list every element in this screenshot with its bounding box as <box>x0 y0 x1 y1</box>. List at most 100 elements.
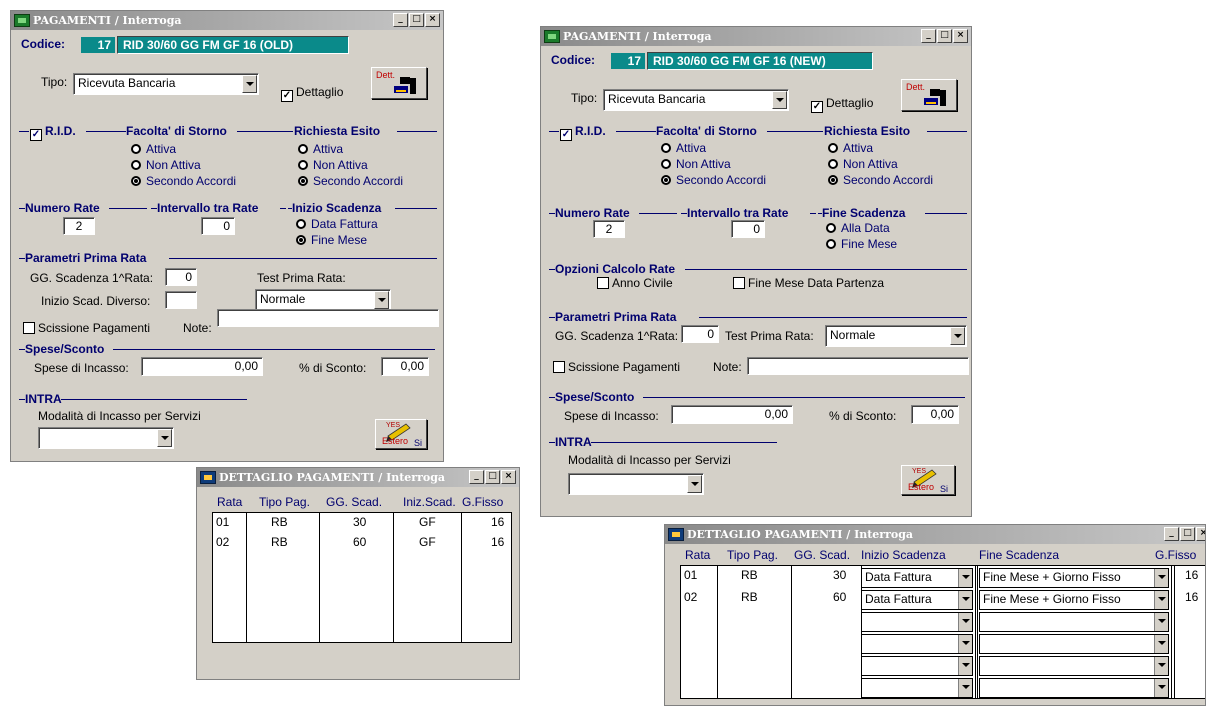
minimize-button[interactable]: _ <box>921 29 936 43</box>
maximize-button[interactable]: □ <box>485 470 500 484</box>
dropdown-arrow-icon[interactable] <box>1154 613 1168 631</box>
table-cell[interactable]: 60 <box>833 590 846 604</box>
dropdown-arrow-icon[interactable] <box>1154 679 1168 697</box>
scissione-checkbox[interactable]: Scissione Pagamenti <box>553 360 680 374</box>
spese-incasso-field[interactable]: 0,00 <box>671 405 793 424</box>
gg-scadenza-field[interactable]: 0 <box>681 325 719 343</box>
inizio-scadenza-select[interactable]: Data Fattura <box>861 568 973 588</box>
numero-rate-field[interactable]: 2 <box>593 220 625 238</box>
intervallo-field[interactable]: 0 <box>731 220 765 238</box>
esito-attiva-radio[interactable]: Attiva <box>298 142 343 156</box>
fine-scadenza-select[interactable] <box>979 678 1169 698</box>
maximize-button[interactable]: □ <box>1180 527 1195 541</box>
anno-civile-checkbox[interactable]: Anno Civile <box>597 276 673 290</box>
table-cell[interactable]: 01 <box>216 515 229 529</box>
storno-secondo-accordi-radio[interactable]: Secondo Accordi <box>131 174 236 188</box>
rid-checkbox[interactable]: ✓ R.I.D. <box>30 124 76 141</box>
rid-checkbox[interactable]: ✓ R.I.D. <box>560 124 606 141</box>
dropdown-arrow-icon[interactable] <box>1154 569 1168 587</box>
close-button[interactable]: × <box>501 470 516 484</box>
sconto-field[interactable]: 0,00 <box>911 405 959 424</box>
esito-secondo-accordi-radio[interactable]: Secondo Accordi <box>298 174 403 188</box>
inizio-scadenza-select[interactable] <box>861 634 973 654</box>
dropdown-arrow-icon[interactable] <box>687 475 702 493</box>
intervallo-field[interactable]: 0 <box>201 217 235 235</box>
test-prima-rata-select[interactable]: Normale <box>255 289 391 311</box>
table-cell[interactable]: RB <box>271 535 288 549</box>
dropdown-arrow-icon[interactable] <box>157 429 172 447</box>
dropdown-arrow-icon[interactable] <box>1154 635 1168 653</box>
close-button[interactable]: × <box>953 29 968 43</box>
storno-non-attiva-radio[interactable]: Non Attiva <box>131 158 201 172</box>
dropdown-arrow-icon[interactable] <box>958 679 972 697</box>
inizio-diverso-field[interactable] <box>165 291 197 309</box>
table-cell[interactable]: 01 <box>684 568 697 582</box>
maximize-button[interactable]: □ <box>409 13 424 27</box>
title-bar[interactable]: DETTAGLIO PAGAMENTI / Interroga _ □ × <box>197 468 519 487</box>
fine-scadenza-select[interactable] <box>979 634 1169 654</box>
inizio-scadenza-select[interactable]: Data Fattura <box>861 590 973 610</box>
dropdown-arrow-icon[interactable] <box>374 291 389 309</box>
dettaglio-checkbox[interactable]: ✓ Dettaglio <box>811 96 873 113</box>
fine-scadenza-select[interactable]: Fine Mese + Giorno Fisso <box>979 568 1169 588</box>
numero-rate-field[interactable]: 2 <box>63 217 95 235</box>
storno-non-attiva-radio[interactable]: Non Attiva <box>661 157 731 171</box>
minimize-button[interactable]: _ <box>393 13 408 27</box>
table-cell[interactable]: 16 <box>1185 590 1198 604</box>
close-button[interactable]: × <box>1196 527 1205 541</box>
table-cell[interactable]: 16 <box>491 515 504 529</box>
dettaglio-checkbox[interactable]: ✓ Dettaglio <box>281 85 343 102</box>
esito-attiva-radio[interactable]: Attiva <box>828 141 873 155</box>
dropdown-arrow-icon[interactable] <box>958 569 972 587</box>
table-cell[interactable]: RB <box>741 590 758 604</box>
table-cell[interactable]: 02 <box>684 590 697 604</box>
dropdown-arrow-icon[interactable] <box>958 635 972 653</box>
dropdown-arrow-icon[interactable] <box>958 591 972 609</box>
title-bar[interactable]: DETTAGLIO PAGAMENTI / Interroga _ □ × <box>665 525 1205 544</box>
table-cell[interactable]: 30 <box>353 515 366 529</box>
close-button[interactable]: × <box>425 13 440 27</box>
gg-scadenza-field[interactable]: 0 <box>165 268 197 286</box>
table-cell[interactable]: 60 <box>353 535 366 549</box>
modalita-incasso-select[interactable] <box>38 427 174 449</box>
note-field[interactable] <box>217 309 439 327</box>
dropdown-arrow-icon[interactable] <box>1154 591 1168 609</box>
scissione-checkbox[interactable]: Scissione Pagamenti <box>23 321 150 335</box>
esito-secondo-accordi-radio[interactable]: Secondo Accordi <box>828 173 933 187</box>
esito-non-attiva-radio[interactable]: Non Attiva <box>298 158 368 172</box>
inizio-data-fattura-radio[interactable]: Data Fattura <box>296 217 378 231</box>
table-cell[interactable]: 02 <box>216 535 229 549</box>
dropdown-arrow-icon[interactable] <box>772 91 787 109</box>
rate-grid[interactable]: 01 RB 30 Data Fattura Fine Mese + Giorno… <box>680 565 1205 699</box>
table-cell[interactable]: GF <box>419 535 436 549</box>
rate-grid[interactable]: 01 RB 30 GF 16 02 RB 60 GF 16 <box>212 512 512 643</box>
sconto-field[interactable]: 0,00 <box>381 357 429 376</box>
fine-alla-data-radio[interactable]: Alla Data <box>826 221 890 235</box>
table-cell[interactable]: RB <box>741 568 758 582</box>
fine-mese-partenza-checkbox[interactable]: Fine Mese Data Partenza <box>733 276 884 290</box>
fine-scadenza-select[interactable] <box>979 656 1169 676</box>
spese-incasso-field[interactable]: 0,00 <box>141 357 263 376</box>
maximize-button[interactable]: □ <box>937 29 952 43</box>
test-prima-rata-select[interactable]: Normale <box>825 325 967 347</box>
inizio-scadenza-select[interactable] <box>861 678 973 698</box>
storno-secondo-accordi-radio[interactable]: Secondo Accordi <box>661 173 766 187</box>
modalita-incasso-select[interactable] <box>568 473 704 495</box>
estero-si-button[interactable]: YES Estero Si <box>901 465 955 495</box>
title-bar[interactable]: PAGAMENTI / Interroga _ □ × <box>541 27 971 46</box>
dropdown-arrow-icon[interactable] <box>958 657 972 675</box>
esito-non-attiva-radio[interactable]: Non Attiva <box>828 157 898 171</box>
inizio-fine-mese-radio[interactable]: Fine Mese <box>296 233 367 247</box>
fine-scadenza-select[interactable] <box>979 612 1169 632</box>
minimize-button[interactable]: _ <box>469 470 484 484</box>
inizio-scadenza-select[interactable] <box>861 612 973 632</box>
tipo-select[interactable]: Ricevuta Bancaria <box>73 73 259 95</box>
dropdown-arrow-icon[interactable] <box>958 613 972 631</box>
tipo-select[interactable]: Ricevuta Bancaria <box>603 89 789 111</box>
table-cell[interactable]: 16 <box>1185 568 1198 582</box>
inizio-scadenza-select[interactable] <box>861 656 973 676</box>
table-cell[interactable]: 30 <box>833 568 846 582</box>
dropdown-arrow-icon[interactable] <box>1154 657 1168 675</box>
dropdown-arrow-icon[interactable] <box>950 327 965 345</box>
fine-scadenza-select[interactable]: Fine Mese + Giorno Fisso <box>979 590 1169 610</box>
